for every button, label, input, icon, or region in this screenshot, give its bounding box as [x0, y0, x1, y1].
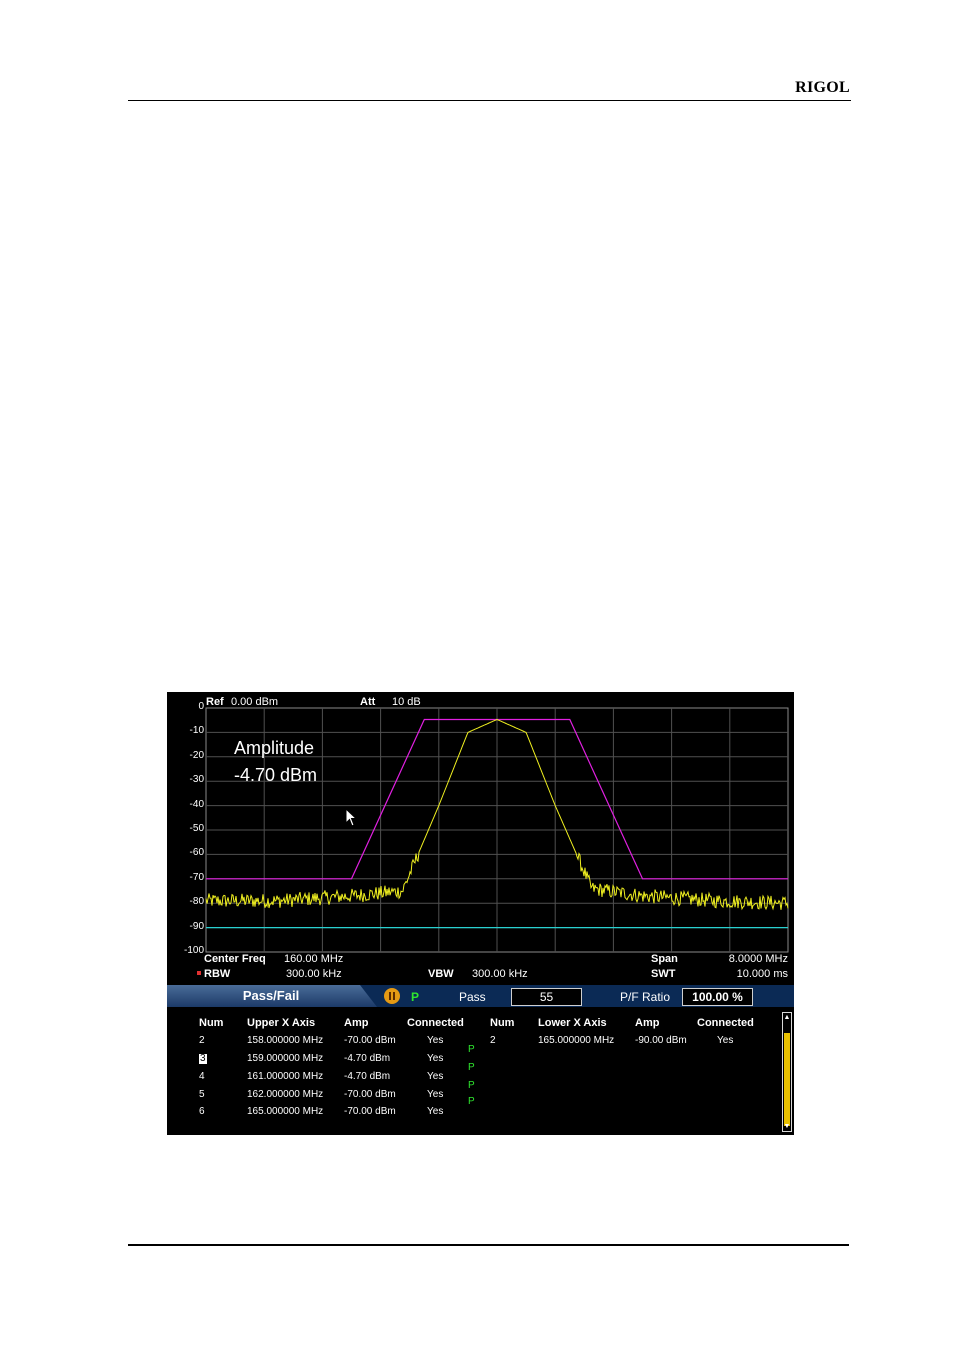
- pause-icon[interactable]: [384, 988, 400, 1004]
- y-tick-label: -100: [183, 945, 204, 956]
- y-tick-label: -60: [189, 847, 204, 859]
- y-tick-label: -10: [189, 725, 204, 737]
- pf-ratio-field: 100.00 %: [682, 988, 753, 1006]
- spectrum-plot: [205, 707, 789, 953]
- lower-header: Lower X Axis: [538, 1017, 607, 1029]
- upper-header: Upper X Axis: [247, 1017, 316, 1029]
- segment-pass-mark: P: [468, 1062, 475, 1073]
- rbw-manual-indicator: [197, 971, 201, 975]
- att-value: 10 dB: [392, 696, 421, 708]
- scroll-up-icon[interactable]: ▲: [783, 1014, 791, 1021]
- lower-header: Connected: [697, 1017, 754, 1029]
- header-rule: [128, 100, 851, 101]
- vbw-label: VBW: [428, 968, 454, 980]
- marker-annotation-value: -4.70 dBm: [234, 765, 318, 785]
- upper-header: Amp: [344, 1017, 369, 1029]
- marker-annotation-title: Amplitude: [234, 738, 315, 758]
- center-freq-value: 160.00 MHz: [284, 953, 344, 965]
- y-tick-label: -50: [189, 823, 204, 834]
- ref-value: 0.00 dBm: [231, 696, 279, 708]
- lower-row-connected: Yes: [717, 1035, 734, 1046]
- upper-row-connected: Yes: [427, 1071, 444, 1082]
- analyzer-screenshot: Ref 0.00 dBm Att 10 dB 0 -10 -20 -30 -40 -50 -…: [167, 692, 794, 1135]
- upper-row-num: 3: [199, 1053, 207, 1064]
- upper-row-x: 158.000000 MHz: [247, 1035, 324, 1046]
- upper-row-x: 161.000000 MHz: [247, 1071, 324, 1082]
- upper-row-num: 2: [199, 1035, 205, 1046]
- y-tick-label: -30: [189, 774, 204, 786]
- pf-ratio-label: P/F Ratio: [620, 990, 671, 1004]
- lower-row-num: 2: [490, 1035, 496, 1046]
- upper-header: Connected: [407, 1017, 464, 1029]
- lower-header: Amp: [635, 1017, 660, 1029]
- y-tick-label: 0: [198, 701, 204, 712]
- upper-row-num: 4: [199, 1071, 205, 1082]
- lower-row-x: 165.000000 MHz: [538, 1035, 615, 1046]
- upper-row-num: 5: [199, 1089, 205, 1100]
- passfail-title: Pass/Fail: [242, 988, 300, 1003]
- center-freq-label: Center Freq: [204, 953, 266, 965]
- y-tick-label: -90: [189, 920, 204, 932]
- upper-row-connected: Yes: [427, 1053, 444, 1064]
- att-label: Att: [360, 696, 376, 708]
- ref-label: Ref: [206, 696, 224, 708]
- footer-rule: [128, 1244, 849, 1246]
- upper-row-connected: Yes: [427, 1089, 444, 1100]
- lower-header: Num: [490, 1017, 515, 1029]
- swt-label: SWT: [651, 968, 676, 980]
- upper-row-amp: -70.00 dBm: [344, 1035, 396, 1046]
- upper-row-x: 162.000000 MHz: [247, 1089, 324, 1100]
- y-tick-label: -20: [189, 749, 204, 761]
- upper-row-x: 159.000000 MHz: [247, 1053, 324, 1064]
- y-tick-label: -40: [189, 798, 204, 810]
- upper-row-amp: -4.70 dBm: [344, 1053, 391, 1064]
- segment-pass-mark: P: [468, 1080, 475, 1091]
- vbw-value: 300.00 kHz: [472, 968, 528, 980]
- upper-row-amp: -70.00 dBm: [344, 1106, 396, 1117]
- lower-row-amp: -90.00 dBm: [635, 1035, 687, 1046]
- upper-row-amp: -4.70 dBm: [344, 1071, 391, 1082]
- scrollbar-thumb[interactable]: [784, 1033, 790, 1126]
- upper-row-num: 6: [199, 1106, 205, 1117]
- segment-pass-mark: P: [468, 1096, 475, 1107]
- upper-row-amp: -70.00 dBm: [344, 1089, 396, 1100]
- rbw-label: RBW: [204, 968, 231, 980]
- y-tick-label: -70: [189, 871, 204, 883]
- pass-count-label: Pass: [459, 990, 486, 1004]
- y-tick-label: -80: [189, 896, 204, 908]
- rbw-value: 300.00 kHz: [286, 968, 342, 980]
- upper-row-x: 165.000000 MHz: [247, 1106, 324, 1117]
- span-label: Span: [651, 953, 678, 965]
- segment-pass-mark: P: [468, 1044, 475, 1055]
- upper-row-connected: Yes: [427, 1035, 444, 1046]
- pass-count-field: 55: [511, 988, 582, 1006]
- brand-logo: RIGOL: [795, 79, 850, 96]
- passfail-status: P: [411, 990, 420, 1004]
- swt-value: 10.000 ms: [736, 968, 788, 980]
- upper-header: Num: [199, 1017, 224, 1029]
- scroll-down-icon[interactable]: ▼: [783, 1123, 791, 1130]
- mouse-pointer-icon: [345, 808, 357, 827]
- upper-row-connected: Yes: [427, 1106, 444, 1117]
- table-scrollbar[interactable]: ▲ ▼: [782, 1012, 792, 1132]
- span-value: 8.0000 MHz: [728, 953, 788, 965]
